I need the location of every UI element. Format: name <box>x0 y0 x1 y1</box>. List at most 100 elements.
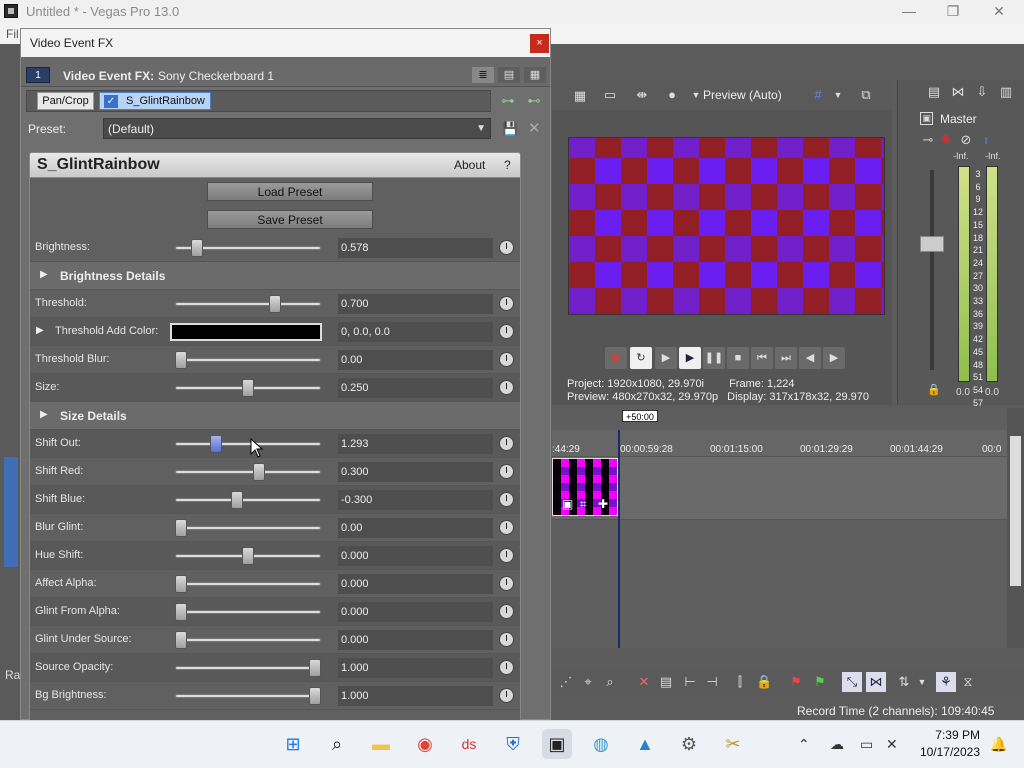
go-to-end-button[interactable]: ⏭ <box>775 347 797 369</box>
restore-button[interactable]: ❐ <box>930 0 976 24</box>
param-value-field[interactable]: 0.000 <box>338 602 493 622</box>
param-value-field[interactable]: 0.250 <box>338 378 493 398</box>
ripple-mode-icon[interactable]: ⇅ <box>896 674 912 690</box>
keyframe-clock-icon[interactable] <box>499 604 514 619</box>
param-slider-thumb[interactable] <box>309 659 321 677</box>
event-fx-plugin-icon[interactable]: ✚ <box>598 497 608 511</box>
chrome-icon[interactable]: ◉ <box>410 729 440 759</box>
keyframe-clock-icon[interactable] <box>499 380 514 395</box>
param-slider-thumb[interactable] <box>242 547 254 565</box>
keyframe-clock-icon[interactable] <box>499 492 514 507</box>
event-grouping-icon[interactable]: ⚘ <box>936 672 956 692</box>
param-slider-track[interactable] <box>175 638 321 642</box>
normal-edit-tool-icon[interactable]: ⋰ <box>558 674 574 690</box>
auto-ripple-icon[interactable]: ⤡ <box>842 672 862 692</box>
event-fx-icon[interactable]: ▣ <box>562 497 573 511</box>
save-preset-icon[interactable]: 💾 <box>502 121 518 137</box>
tray-overflow-chevron-icon[interactable]: ⌃ <box>798 736 810 753</box>
vegas-taskbar-icon[interactable]: ▣ <box>542 729 572 759</box>
param-slider-track[interactable] <box>175 358 321 362</box>
param-slider-thumb[interactable] <box>175 631 187 649</box>
keyframe-clock-icon[interactable] <box>499 352 514 367</box>
lock-event-icon[interactable]: 🔒 <box>756 674 772 690</box>
menu-file[interactable]: Fil <box>6 27 19 41</box>
dialog-close-button[interactable]: × <box>530 34 549 53</box>
view-grid-icon[interactable]: ▦ <box>524 67 546 83</box>
taskbar-date[interactable]: 10/17/2023 <box>912 745 980 759</box>
param-slider-thumb[interactable] <box>210 435 222 453</box>
keyframe-clock-icon[interactable] <box>499 660 514 675</box>
param-slider-track[interactable] <box>175 470 321 474</box>
event-pan-crop-icon[interactable]: ⌗ <box>580 497 587 512</box>
param-slider-thumb[interactable] <box>309 687 321 705</box>
master-bus-checkbox[interactable]: ▣ <box>920 112 933 125</box>
previous-frame-button[interactable]: ◀ <box>799 347 821 369</box>
keyframe-clock-icon[interactable] <box>499 520 514 535</box>
param-value-field[interactable]: 0.700 <box>338 294 493 314</box>
stop-button[interactable]: ■ <box>727 347 749 369</box>
security-shield-icon[interactable]: ⛨ <box>498 729 528 759</box>
split-screen-icon[interactable]: ⇼ <box>634 87 650 103</box>
param-slider-track[interactable] <box>175 610 321 614</box>
param-slider-thumb[interactable] <box>191 239 203 257</box>
preview-quality-dropdown[interactable]: Preview (Auto) <box>703 88 782 102</box>
snapping-icon[interactable]: ⋈ <box>866 672 886 692</box>
plug-in-chain-icon[interactable]: ⊶ <box>500 93 516 109</box>
param-slider-thumb[interactable] <box>253 463 265 481</box>
chevron-down-icon[interactable]: ▼ <box>914 674 930 690</box>
param-value-field[interactable]: 0.000 <box>338 630 493 650</box>
delete-icon[interactable]: ✕ <box>636 674 652 690</box>
param-slider-thumb[interactable] <box>231 491 243 509</box>
save-preset-button[interactable]: Save Preset <box>207 210 373 229</box>
keyframe-clock-icon[interactable] <box>499 296 514 311</box>
record-button[interactable]: ◉ <box>605 347 627 369</box>
param-value-field[interactable]: 0.300 <box>338 462 493 482</box>
param-value-field[interactable]: 0.000 <box>338 546 493 566</box>
param-value-field[interactable]: 0.00 <box>338 518 493 538</box>
minimize-button[interactable]: — <box>886 0 932 24</box>
play-from-start-button[interactable]: ▶ <box>655 347 677 369</box>
remove-plugin-icon[interactable]: ⊷ <box>526 93 542 109</box>
mixer-window-icon[interactable]: ▥ <box>998 84 1014 100</box>
param-slider-thumb[interactable] <box>175 575 187 593</box>
load-preset-button[interactable]: Load Preset <box>207 182 373 201</box>
photos-icon[interactable]: ▲ <box>630 729 660 759</box>
chevron-down-icon[interactable]: ▼ <box>688 87 704 103</box>
timeline-vertical-scrollbar[interactable] <box>1007 408 1024 648</box>
onedrive-icon[interactable]: ☁ <box>830 736 844 753</box>
param-slider-track[interactable] <box>175 694 321 698</box>
section-brightness-details[interactable]: ▶ Brightness Details <box>30 262 520 290</box>
view-compact-icon[interactable]: ▤ <box>498 67 520 83</box>
param-slider-track[interactable] <box>175 302 321 306</box>
expand-triangle-icon[interactable]: ▶ <box>40 409 48 420</box>
bus-effects-icon[interactable]: ✺ <box>938 132 954 148</box>
display-icon[interactable]: ▭ <box>860 736 873 753</box>
notification-bell-icon[interactable]: 🔔 <box>990 736 1007 753</box>
region-icon[interactable]: ⚑ <box>812 674 828 690</box>
trim-start-icon[interactable]: ⊢ <box>682 674 698 690</box>
param-value-field[interactable]: 0, 0.0, 0.0 <box>338 322 493 342</box>
keyframe-clock-icon[interactable] <box>499 464 514 479</box>
keyframe-clock-icon[interactable] <box>499 632 514 647</box>
solo-icon[interactable]: ı <box>978 132 994 148</box>
zoom-tool-icon[interactable]: ⌕ <box>602 674 618 690</box>
davinci-icon[interactable]: ds <box>454 729 484 759</box>
trim-end-icon[interactable]: ⊣ <box>704 674 720 690</box>
preview-settings-icon[interactable]: ▦ <box>572 88 588 104</box>
about-button[interactable]: About <box>454 158 485 172</box>
start-button-icon[interactable]: ⊞ <box>278 729 308 759</box>
external-monitor-icon[interactable]: ▭ <box>602 87 618 103</box>
help-button[interactable]: ? <box>504 158 511 172</box>
search-icon[interactable]: ⌕ <box>322 729 352 759</box>
pause-button[interactable]: ❚❚ <box>703 347 725 369</box>
param-slider-track[interactable] <box>175 498 321 502</box>
lock-icon[interactable]: 🔒 <box>927 383 941 396</box>
scrollbar-thumb[interactable] <box>1010 436 1021 586</box>
copy-snapshot-icon[interactable]: ⧉ <box>858 87 874 103</box>
playhead-cursor[interactable] <box>618 430 620 648</box>
keyframe-clock-icon[interactable] <box>499 324 514 339</box>
downmix-icon[interactable]: ⋈ <box>950 84 966 100</box>
grid-overlay-icon[interactable]: # <box>810 87 826 103</box>
param-value-field[interactable]: 1.000 <box>338 658 493 678</box>
video-track[interactable] <box>552 456 1007 520</box>
